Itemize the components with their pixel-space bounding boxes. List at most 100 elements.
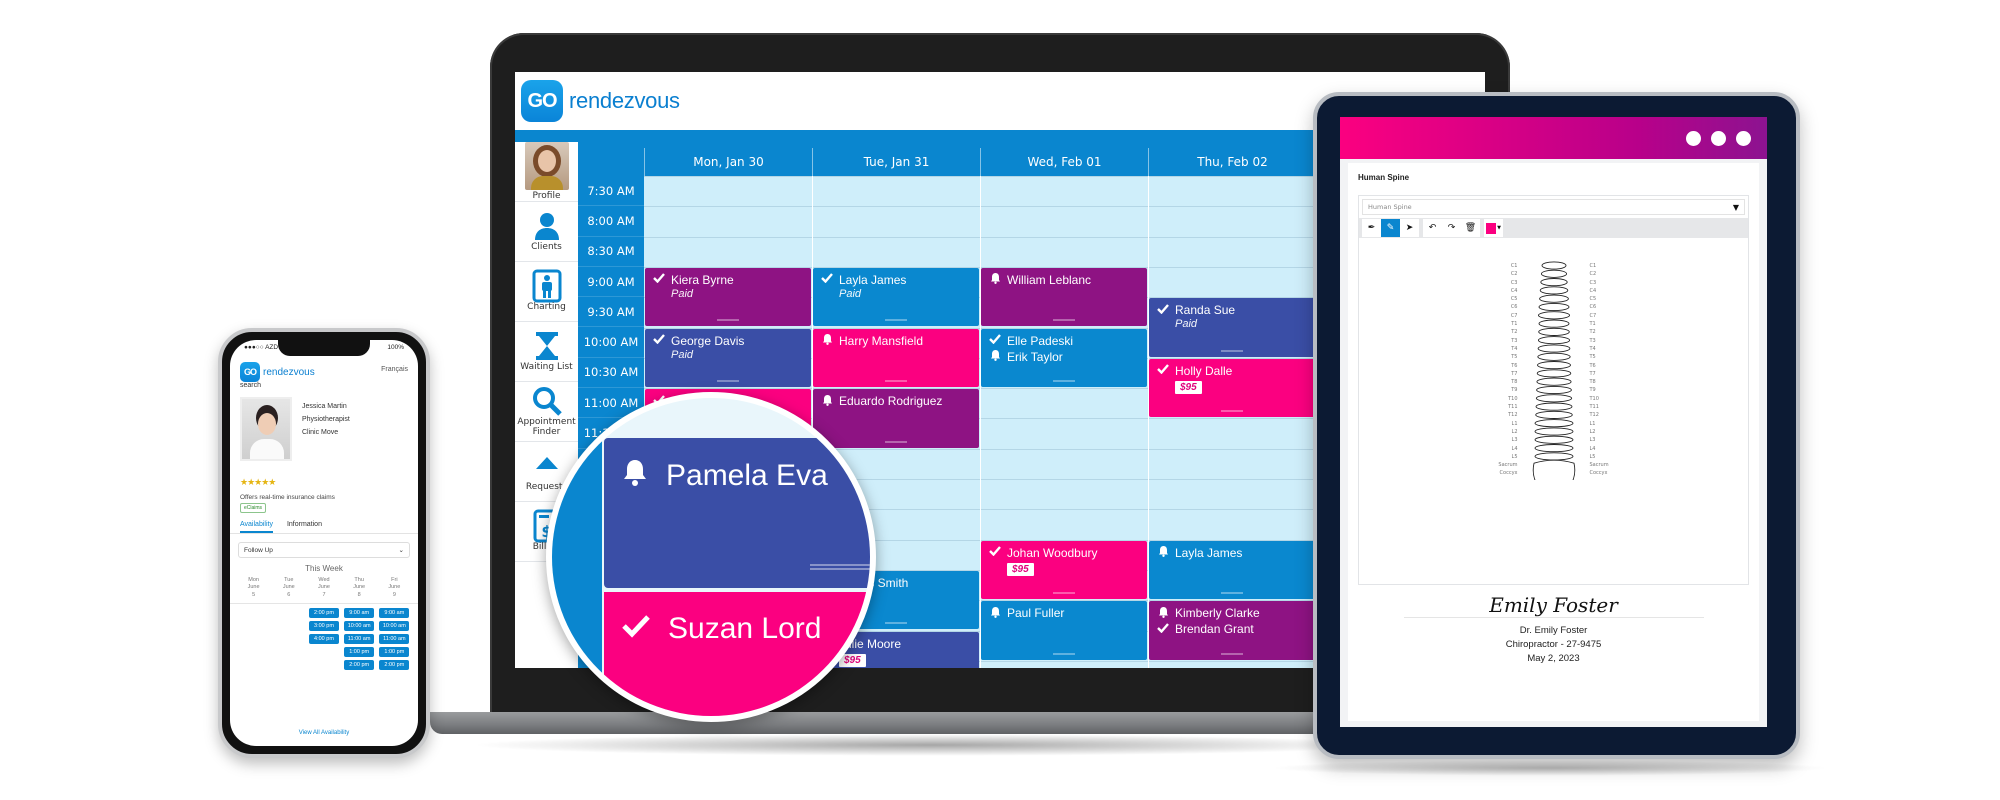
nav-item-clients[interactable]: Clients [515, 202, 578, 262]
resize-handle[interactable] [1221, 410, 1243, 413]
phone-frame: ●●●○○ AZD 100% GO rendezvous search Fran… [218, 328, 430, 758]
logo-tagline: search [240, 382, 262, 389]
time-slot-button[interactable]: 10:00 am [344, 621, 375, 632]
signature-line [1403, 617, 1704, 618]
vertebra-label: C2 [1510, 271, 1518, 278]
time-slot-button[interactable]: 11:00 am [379, 634, 410, 645]
day-dow: Wed [318, 577, 330, 583]
vertebra-shape [1535, 402, 1572, 411]
resize-handle[interactable] [885, 440, 907, 444]
vertebra-label: C6 [1589, 304, 1597, 311]
time-slot-button[interactable]: 3:00 pm [308, 621, 339, 632]
service-select[interactable]: Follow Up ⌄ [238, 542, 410, 558]
day-header[interactable]: Mon, Jan 30 [644, 148, 812, 176]
appointment-card[interactable]: Kimberly Clarke Brendan Grant [1149, 601, 1315, 660]
resize-handle[interactable] [1053, 319, 1075, 322]
appointment-card[interactable]: Paul Fuller [981, 601, 1147, 660]
appointment-card[interactable]: William Leblanc [981, 267, 1147, 327]
day-header[interactable]: Thu, Feb 02 [1148, 148, 1316, 176]
time-slot-button[interactable]: 9:00 am [379, 608, 410, 619]
resize-handle[interactable] [1053, 592, 1075, 595]
resize-handle[interactable] [885, 319, 907, 322]
time-slot-button[interactable]: 4:00 pm [308, 634, 339, 645]
language-link[interactable]: Français [381, 366, 408, 373]
resize-handle[interactable] [717, 319, 739, 322]
resize-handle[interactable] [1221, 349, 1243, 353]
vertebra-label: L3 [1589, 437, 1596, 444]
marker-tool-icon[interactable]: ✒ [1362, 219, 1381, 237]
phone-tabs: Availability Information [230, 513, 418, 534]
template-select[interactable]: Human Spine ▼ [1362, 199, 1745, 215]
resize-handle[interactable] [885, 622, 907, 625]
view-all-availability-link[interactable]: View All Availability [230, 730, 418, 736]
nav-item-profile[interactable]: Profile [515, 142, 578, 202]
tab-information[interactable]: Information [287, 521, 322, 533]
window-dot-icon[interactable] [1736, 130, 1751, 146]
nav-item-charting[interactable]: Charting [515, 262, 578, 322]
vertebra-label: Sacrum [1589, 462, 1609, 469]
day-header[interactable]: Tue, Jan 31 [812, 148, 980, 176]
appointment-card[interactable]: Elle Padeski Erik Taylor [981, 328, 1147, 388]
time-slots: 2:00 pm 3:00 pm 4:00 pm 9:00 am 10:00 am 11:0… [230, 604, 418, 674]
day-header[interactable]: Wed, Feb 01 [980, 148, 1148, 176]
appointment-card[interactable]: Layla James [1149, 540, 1315, 600]
appointment-client-name: Kiera Byrne [671, 272, 734, 287]
resize-handle[interactable] [1221, 592, 1243, 595]
trash-icon[interactable]: 🗑 [1461, 219, 1480, 237]
check-icon [989, 334, 1001, 347]
time-slot-button[interactable]: 2:00 pm [308, 608, 339, 619]
appointment-client-name: Holly Dalle [1175, 363, 1233, 378]
day-month: June [282, 584, 295, 591]
spine-diagram[interactable]: C1 C2 C3 C4 C5 C6 C7 T1 T2 T3 T4 T5 T6 T7 T8 T9 T10 T11 T1… [1359, 240, 1748, 584]
resize-handle[interactable] [1053, 652, 1075, 656]
window-dot-icon[interactable] [1686, 130, 1701, 146]
appointment-card[interactable]: Harry Mansfield [813, 328, 979, 388]
resize-handle[interactable] [717, 380, 739, 383]
magnified-appointment[interactable]: Pamela Eva [604, 438, 870, 588]
vertebra-label: T3 [1511, 337, 1518, 344]
vertebra-label: L2 [1589, 428, 1596, 435]
magnified-appointment[interactable]: Suzan Lord [604, 592, 870, 716]
tablet-shadow [1270, 760, 1830, 776]
appointment-client-name: Suzan Lord [668, 612, 822, 645]
app-logo[interactable]: GO rendezvous [521, 80, 680, 122]
pencil-tool-icon[interactable]: ✎ [1381, 219, 1400, 237]
resize-handle[interactable] [1053, 380, 1075, 383]
appointment-card[interactable]: Holly Dalle $95 [1149, 358, 1315, 418]
time-slot-button[interactable]: 11:00 am [344, 634, 375, 645]
time-slot-button[interactable]: 1:00 pm [379, 647, 410, 658]
vertebra-label: T7 [1511, 370, 1518, 377]
time-slot-button[interactable]: 10:00 am [379, 621, 410, 632]
phone-logo[interactable]: GO rendezvous search [240, 362, 315, 389]
time-slot-button[interactable]: 2:00 pm [344, 660, 375, 671]
check-icon [1157, 622, 1169, 636]
time-slot-button[interactable]: 2:00 pm [379, 660, 410, 671]
appointment-card[interactable]: Johan Woodbury $95 [981, 540, 1147, 600]
tab-availability[interactable]: Availability [240, 521, 273, 533]
time-slot-button[interactable]: 9:00 am [344, 608, 375, 619]
color-picker[interactable]: ▼ [1484, 219, 1503, 237]
window-dot-icon[interactable] [1711, 130, 1726, 146]
appointment-client-name: Pamela Eva [666, 459, 828, 492]
nav-item-waiting-list[interactable]: Waiting List [515, 322, 578, 382]
resize-handle[interactable] [810, 564, 870, 570]
time-label: 10:30 AM [578, 358, 644, 389]
day-date: 6 [287, 591, 291, 598]
undo-icon[interactable]: ↶ [1423, 219, 1442, 237]
vertebra-label: T6 [1511, 362, 1518, 369]
resize-handle[interactable] [1221, 652, 1243, 656]
vertebra-label: C5 [1589, 296, 1597, 303]
bell-icon [989, 349, 1001, 364]
appointment-card[interactable]: George Davis Paid [645, 328, 811, 388]
appointment-card[interactable]: Kiera Byrne Paid [645, 267, 811, 327]
appointment-card[interactable]: Layla James Paid [813, 267, 979, 327]
appointment-card[interactable]: Randa Sue Paid [1149, 298, 1315, 357]
vertebra-shape [1534, 410, 1573, 419]
time-slot-button[interactable]: 1:00 pm [344, 647, 375, 658]
resize-handle[interactable] [885, 380, 907, 383]
pointer-tool-icon[interactable]: ➤ [1400, 219, 1419, 237]
nav-label: Profile [532, 190, 561, 201]
magnifier-callout: Pamela Eva Suzan Lord [546, 392, 876, 722]
vertebra-shape [1536, 361, 1571, 370]
redo-icon[interactable]: ↷ [1442, 219, 1461, 237]
